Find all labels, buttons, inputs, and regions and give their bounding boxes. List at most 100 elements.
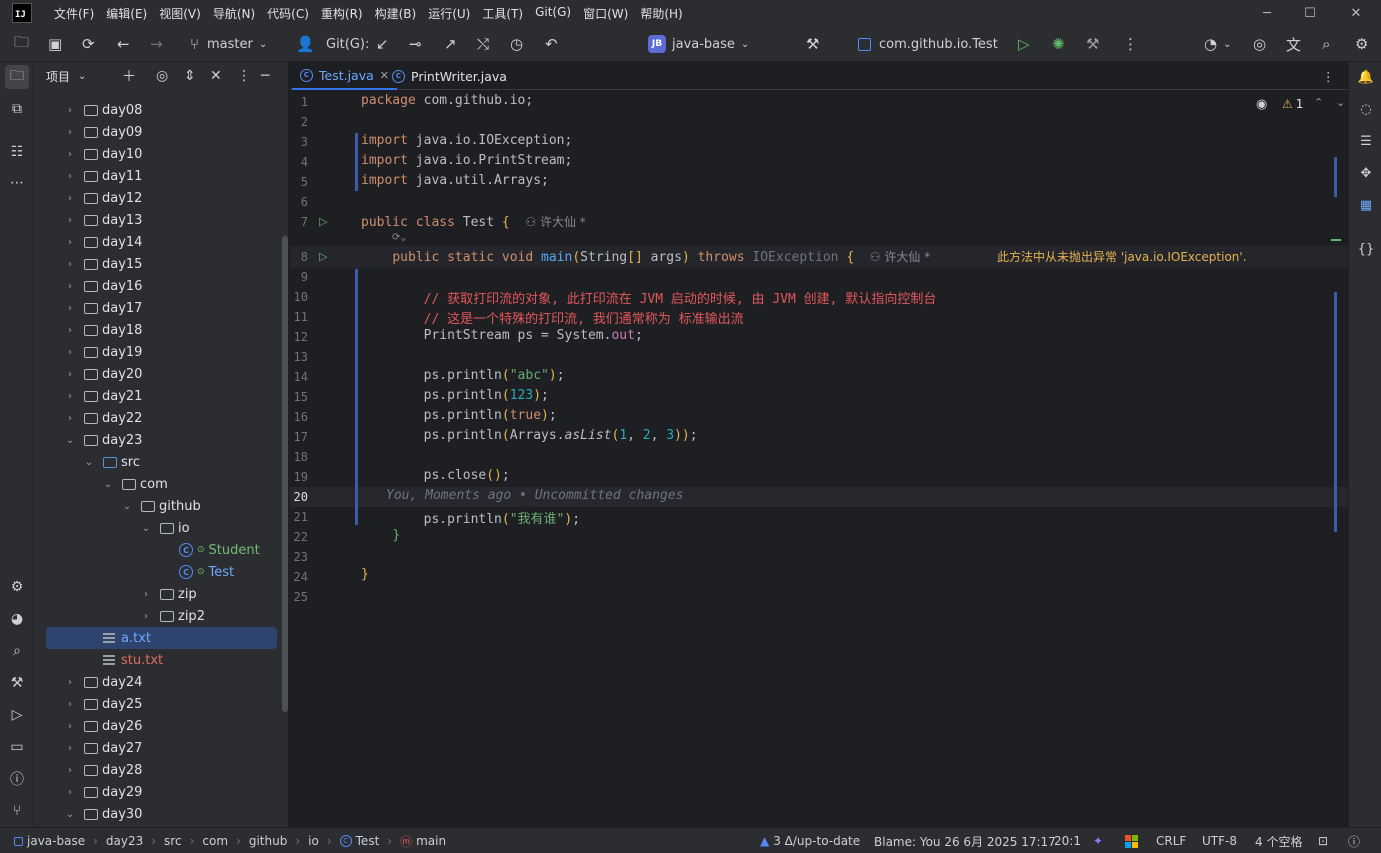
run-main-icon[interactable]: ▷ <box>319 250 327 263</box>
menu-refactor[interactable]: 重构(R) <box>315 5 369 22</box>
tree-item-com[interactable]: ⌄ com <box>34 473 288 495</box>
line-number[interactable]: 17 <box>290 430 308 444</box>
chevron-right-icon[interactable]: › <box>64 787 76 798</box>
vcs-change-marker[interactable] <box>355 133 358 191</box>
breadcrumb-item[interactable]: github <box>249 834 287 848</box>
chevron-right-icon[interactable]: › <box>64 171 76 182</box>
indent-setting[interactable]: 4 个空格 <box>1255 828 1302 853</box>
add-icon[interactable]: ＋ <box>122 62 136 90</box>
git-tool-icon[interactable]: ⑂ <box>5 799 29 823</box>
line-number[interactable]: 22 <box>290 530 308 544</box>
tree-item-day11[interactable]: › day11 <box>34 165 288 187</box>
previous-highlight-icon[interactable]: ⌃ <box>1314 96 1323 109</box>
chevron-right-icon[interactable]: › <box>64 347 76 358</box>
chevron-right-icon[interactable]: › <box>64 259 76 270</box>
line-number[interactable]: 18 <box>290 450 308 464</box>
chevron-right-icon[interactable]: › <box>64 127 76 138</box>
tree-item-day17[interactable]: › day17 <box>34 297 288 319</box>
line-number[interactable]: 20 <box>290 490 308 504</box>
project-panel-title[interactable]: 项目 <box>46 68 70 85</box>
warning-counter[interactable]: ⚠ 1 <box>1282 97 1303 111</box>
commit-tool-icon[interactable]: ⧉ <box>5 97 29 121</box>
debug-icon[interactable]: ✺ <box>1052 26 1065 62</box>
translate-icon[interactable]: 文 <box>1286 26 1301 62</box>
chevron-right-icon[interactable]: › <box>64 303 76 314</box>
run-class-icon[interactable]: ▷ <box>319 215 327 228</box>
project-scrollbar[interactable] <box>282 236 288 712</box>
line-number[interactable]: 15 <box>290 390 308 404</box>
line-number[interactable]: 25 <box>290 590 308 604</box>
tree-item-stu-txt[interactable]: stu.txt <box>34 649 288 671</box>
tree-item-zip[interactable]: › zip <box>34 583 288 605</box>
tree-item-day18[interactable]: › day18 <box>34 319 288 341</box>
line-number[interactable]: 6 <box>290 195 308 209</box>
lock-icon[interactable]: ⊡ <box>1318 828 1328 853</box>
close-window-button[interactable]: ✕ <box>1333 0 1379 26</box>
author-inlay[interactable]: ⚇ 许大仙 * <box>525 215 585 229</box>
line-number[interactable]: 7 <box>290 215 308 229</box>
line-separator[interactable]: CRLF <box>1156 828 1186 853</box>
database-icon[interactable]: ☰ <box>1354 129 1378 153</box>
maven-icon[interactable]: ▦ <box>1354 193 1378 217</box>
run-tool-icon[interactable]: ▷ <box>5 703 29 727</box>
services-tool-icon[interactable]: ⚙ <box>5 575 29 599</box>
git-update-icon[interactable]: ↙ <box>376 26 389 62</box>
minimize-button[interactable]: ─ <box>1244 0 1290 26</box>
search-icon[interactable]: ⌕ <box>1322 26 1330 62</box>
menu-window[interactable]: 窗口(W) <box>577 5 634 22</box>
tree-item-a-txt[interactable]: a.txt <box>46 627 277 649</box>
line-number[interactable]: 16 <box>290 410 308 424</box>
git-merge-icon[interactable]: ⤭ <box>477 26 489 62</box>
line-number[interactable]: 12 <box>290 330 308 344</box>
forward-icon[interactable]: → <box>150 26 163 62</box>
tab-test-java[interactable]: C Test.java ✕ <box>292 62 397 90</box>
chevron-right-icon[interactable]: › <box>64 677 76 688</box>
chevron-right-icon[interactable]: › <box>64 281 76 292</box>
line-number[interactable]: 19 <box>290 470 308 484</box>
breadcrumb-item[interactable]: main <box>416 834 446 848</box>
tree-item-src[interactable]: ⌄ src <box>34 451 288 473</box>
options-icon[interactable]: ⋮ <box>237 62 251 90</box>
code-editor[interactable]: 1 2 3 4 5 6 7 8 9 10 11 12 13 14 15 16 17 18 19 20 21 22 23 24 2… <box>290 91 1348 827</box>
maximize-button[interactable]: ☐ <box>1287 0 1333 26</box>
tree-item-day15[interactable]: › day15 <box>34 253 288 275</box>
more-tools-icon[interactable]: ⋯ <box>5 171 29 195</box>
chevron-down-icon[interactable]: ⌄ <box>140 523 152 534</box>
windows-icon[interactable] <box>1125 828 1138 853</box>
blame-info[interactable]: Blame: You 26 6月 2025 17:17 <box>874 828 1056 853</box>
chevron-down-icon[interactable]: ⌄ <box>83 457 95 468</box>
expand-all-icon[interactable]: ⇕ <box>184 62 196 90</box>
line-number[interactable]: 5 <box>290 175 308 189</box>
next-highlight-icon[interactable]: ⌄ <box>1336 96 1345 109</box>
chevron-down-icon[interactable]: ⌄ <box>121 501 133 512</box>
tree-item-day19[interactable]: › day19 <box>34 341 288 363</box>
tree-item-day30[interactable]: ⌄ day30 <box>34 803 288 825</box>
breadcrumb-item[interactable]: src <box>164 834 182 848</box>
line-number[interactable]: 1 <box>290 95 308 109</box>
inline-warning-message[interactable]: 此方法中从未抛出异常 'java.io.IOException'. <box>997 248 1247 265</box>
notifications-icon[interactable]: 🔔 <box>1354 65 1378 89</box>
chevron-right-icon[interactable]: › <box>64 105 76 116</box>
breadcrumb-item[interactable]: day23 <box>106 834 143 848</box>
chevron-right-icon[interactable]: › <box>140 589 152 600</box>
hide-panel-icon[interactable]: ─ <box>261 62 269 90</box>
method-inlay-icon[interactable]: ⟳⌄ <box>392 232 406 243</box>
sync-icon[interactable]: ⟳ <box>82 26 95 62</box>
chevron-right-icon[interactable]: › <box>64 369 76 380</box>
plugin-icon[interactable]: ✦ <box>1093 828 1103 853</box>
chevron-right-icon[interactable]: › <box>64 237 76 248</box>
project-view-icon[interactable]: 🗀 <box>14 26 29 62</box>
tree-item-day09[interactable]: › day09 <box>34 121 288 143</box>
chevron-right-icon[interactable]: › <box>64 413 76 424</box>
cursor-position[interactable]: 20:1 <box>1054 828 1081 853</box>
line-number[interactable]: 14 <box>290 370 308 384</box>
git-push-icon[interactable]: ↗ <box>444 26 457 62</box>
chevron-down-icon[interactable]: ⌄ <box>78 71 86 82</box>
json-tool-icon[interactable]: {} <box>1354 237 1378 261</box>
menu-file[interactable]: 文件(F) <box>48 5 100 22</box>
run-icon[interactable]: ▷ <box>1018 26 1030 62</box>
menu-view[interactable]: 视图(V) <box>153 5 207 22</box>
tree-item-day16[interactable]: › day16 <box>34 275 288 297</box>
tree-item-day08[interactable]: › day08 <box>34 99 288 121</box>
menu-edit[interactable]: 编辑(E) <box>100 5 153 22</box>
